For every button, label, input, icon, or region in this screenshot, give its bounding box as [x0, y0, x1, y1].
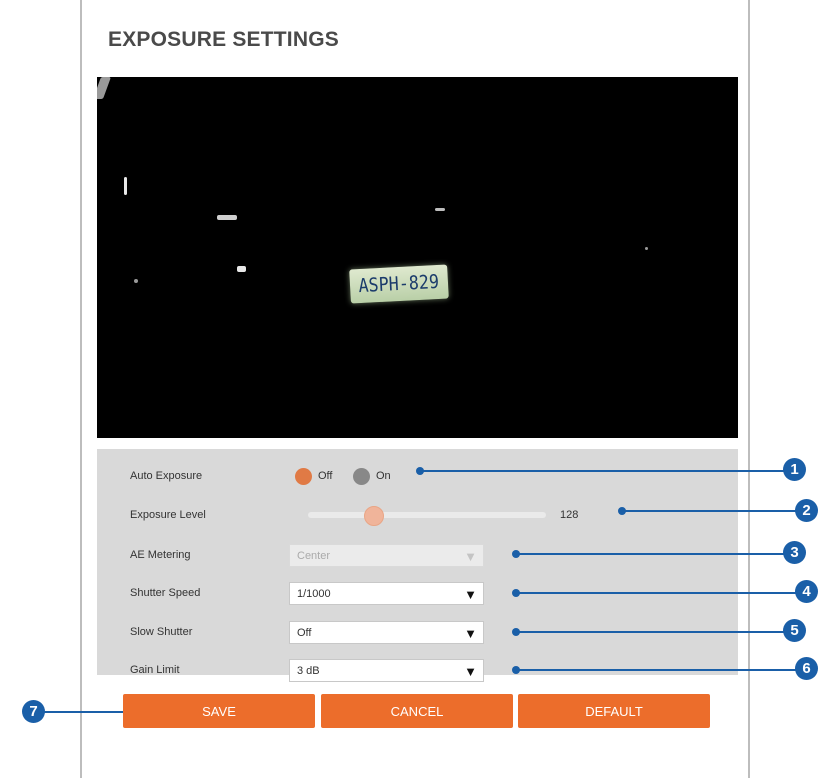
callout-badge-5: 5 [783, 619, 806, 642]
exposure-level-label: Exposure Level [130, 509, 206, 521]
callout-line-2 [622, 510, 798, 512]
shutter-speed-label: Shutter Speed [130, 587, 201, 599]
shutter-speed-value: 1/1000 [297, 588, 331, 600]
callout-badge-6: 6 [795, 657, 818, 680]
callout-badge-3: 3 [783, 541, 806, 564]
gain-limit-label: Gain Limit [130, 664, 180, 676]
slow-shutter-label: Slow Shutter [130, 626, 193, 638]
preview-artifact [97, 77, 112, 99]
slow-shutter-select[interactable]: Off ▼ [289, 621, 484, 644]
callout-line-6 [516, 669, 806, 671]
triangle-down-icon: ▼ [464, 664, 477, 679]
callout-dot-2 [618, 507, 626, 515]
triangle-down-icon: ▼ [464, 549, 477, 564]
callout-line-3 [516, 553, 792, 555]
ae-metering-select[interactable]: Center ▼ [289, 544, 484, 567]
save-button[interactable]: SAVE [123, 694, 315, 728]
camera-preview: ASPH-829 [97, 77, 738, 438]
exposure-level-slider-track[interactable] [308, 512, 546, 518]
preview-artifact [435, 208, 445, 211]
preview-artifact [645, 247, 648, 250]
preview-artifact [217, 215, 237, 220]
auto-exposure-on-radio[interactable] [353, 468, 370, 485]
callout-dot-1 [416, 467, 424, 475]
callout-line-4 [516, 592, 806, 594]
shutter-speed-select[interactable]: 1/1000 ▼ [289, 582, 484, 605]
preview-artifact [124, 177, 127, 195]
callout-dot-5 [512, 628, 520, 636]
auto-exposure-on-label: On [376, 470, 391, 482]
license-plate-text: ASPH-829 [358, 270, 440, 298]
callout-badge-4: 4 [795, 580, 818, 603]
cancel-button[interactable]: CANCEL [321, 694, 513, 728]
gain-limit-select[interactable]: 3 dB ▼ [289, 659, 484, 682]
triangle-down-icon: ▼ [464, 587, 477, 602]
auto-exposure-off-label: Off [318, 470, 333, 482]
triangle-down-icon: ▼ [464, 626, 477, 641]
auto-exposure-label: Auto Exposure [130, 470, 203, 482]
default-button[interactable]: DEFAULT [518, 694, 710, 728]
callout-line-1 [420, 470, 790, 472]
preview-artifact [237, 266, 246, 272]
page-title: EXPOSURE SETTINGS [108, 28, 339, 51]
slow-shutter-value: Off [297, 627, 312, 639]
callout-line-5 [516, 631, 792, 633]
auto-exposure-off-radio[interactable] [295, 468, 312, 485]
callout-dot-4 [512, 589, 520, 597]
callout-badge-2: 2 [795, 499, 818, 522]
ae-metering-label: AE Metering [130, 549, 191, 561]
callout-badge-1: 1 [783, 458, 806, 481]
exposure-level-value: 128 [560, 509, 579, 521]
license-plate: ASPH-829 [349, 264, 449, 304]
callout-dot-3 [512, 550, 520, 558]
exposure-level-slider-handle[interactable] [364, 506, 384, 526]
ae-metering-value: Center [297, 550, 331, 562]
preview-artifact [134, 279, 138, 283]
gain-limit-value: 3 dB [297, 665, 320, 677]
callout-dot-6 [512, 666, 520, 674]
